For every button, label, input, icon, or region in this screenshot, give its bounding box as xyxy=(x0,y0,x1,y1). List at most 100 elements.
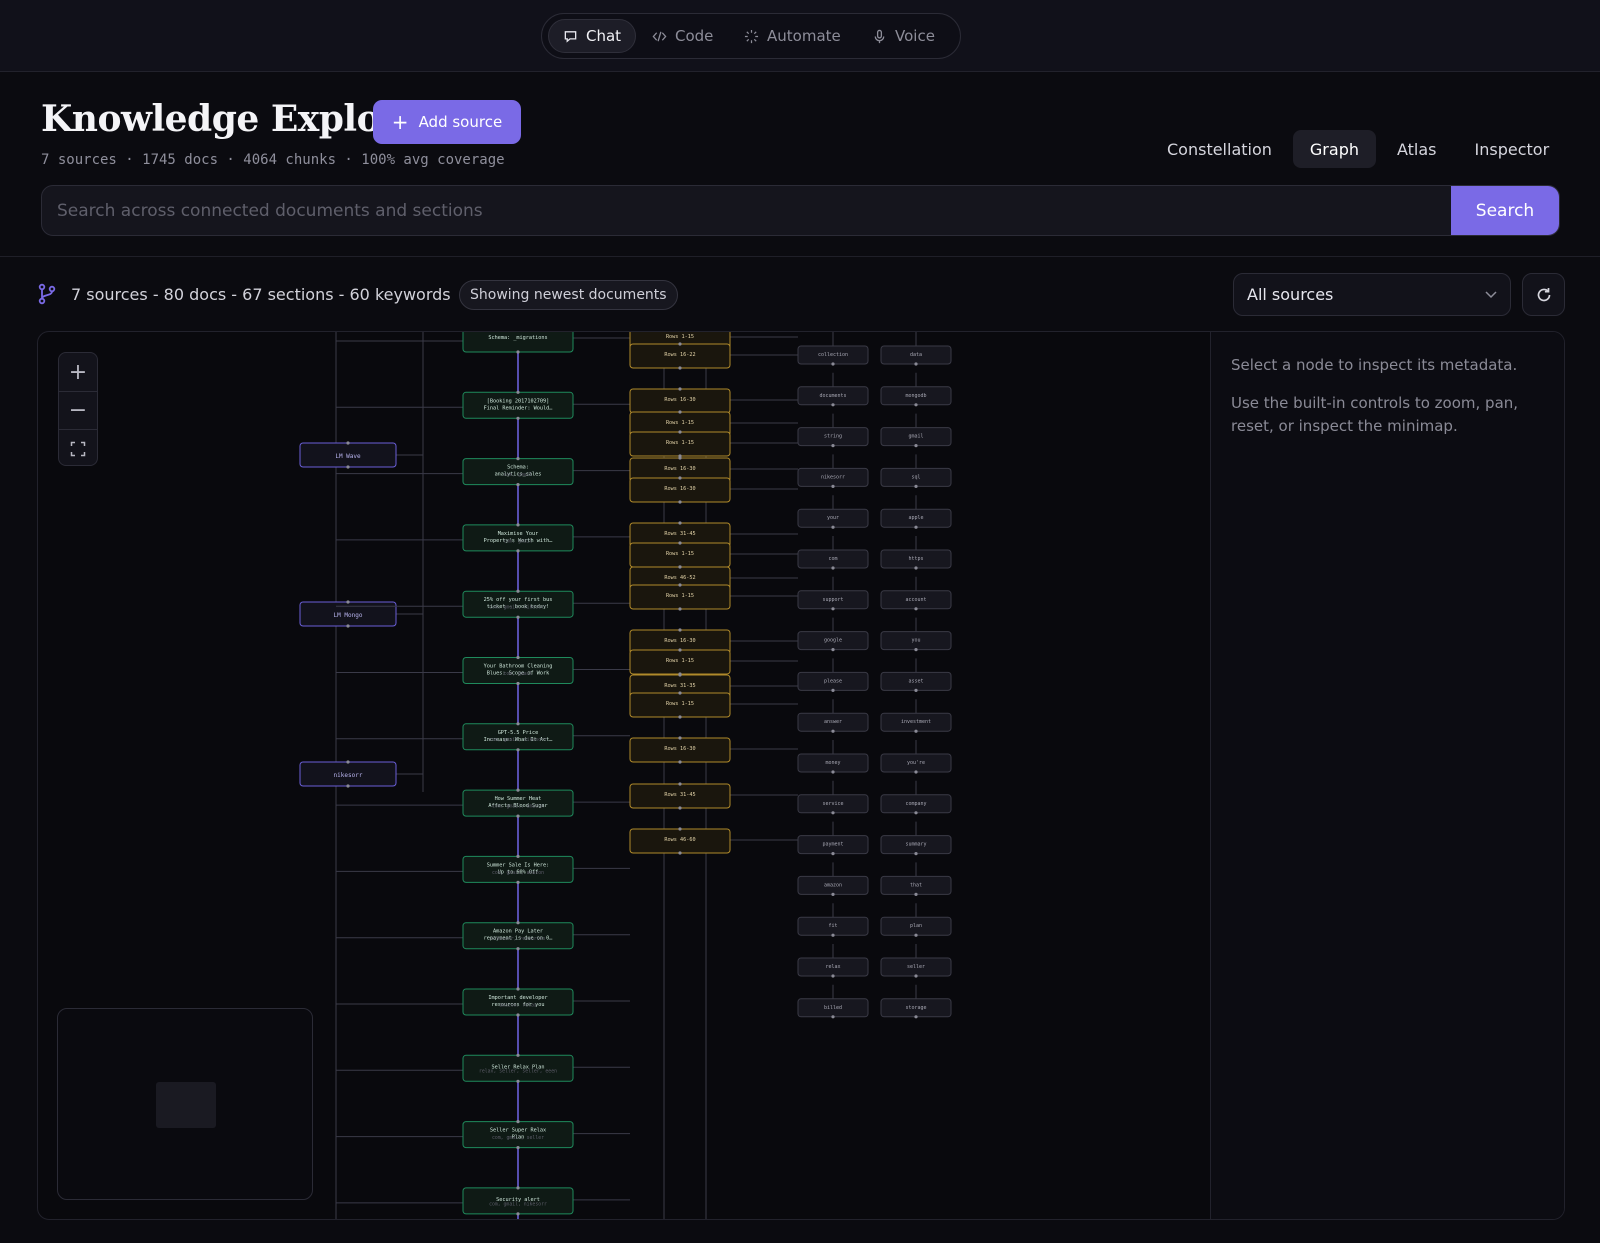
tab-constellation[interactable]: Constellation xyxy=(1150,130,1289,168)
section-node-label: Rows 31-35 xyxy=(664,683,695,689)
section-node-label: Rows 16-30 xyxy=(664,466,695,472)
keyword-node-label: answer xyxy=(824,719,842,725)
collection-summary: 7 sources · 1745 docs · 4064 chunks · 10… xyxy=(41,152,505,168)
mode-automate[interactable]: Automate xyxy=(730,19,855,53)
keyword-node-label: billed xyxy=(824,1005,842,1011)
node-handle xyxy=(678,541,682,545)
keyword-node-label: google xyxy=(824,638,842,644)
tab-inspector[interactable]: Inspector xyxy=(1458,130,1567,168)
keyword-node-label: documents xyxy=(819,393,846,399)
section-node-label: Rows 16-30 xyxy=(664,397,695,403)
search-button[interactable]: Search xyxy=(1451,186,1559,235)
node-handle xyxy=(831,444,835,448)
edge-label: com, gmail, seller xyxy=(492,1135,544,1141)
node-handle xyxy=(914,1015,918,1019)
node-handle xyxy=(831,729,835,733)
document-node-label: [Booking 2017102709] xyxy=(487,398,549,404)
node-handle xyxy=(516,589,520,593)
section-node-label: Rows 31-45 xyxy=(664,792,695,798)
node-handle xyxy=(914,566,918,570)
minimap-viewport[interactable] xyxy=(156,1082,216,1128)
keyword-node-label: company xyxy=(905,801,926,807)
node-handle xyxy=(831,525,835,529)
section-node-label: Rows 1-15 xyxy=(666,334,694,340)
node-handle xyxy=(678,565,682,569)
edge-label: relax, seller, seller, eeen xyxy=(479,1069,557,1075)
tab-graph[interactable]: Graph xyxy=(1292,130,1376,168)
node-handle xyxy=(831,484,835,488)
fit-view-button[interactable] xyxy=(59,429,97,467)
node-handle xyxy=(914,933,918,937)
section-node-label: Rows 46-52 xyxy=(664,575,695,581)
mode-chat[interactable]: Chat xyxy=(548,19,637,53)
node-handle xyxy=(914,892,918,897)
keyword-node-label: relax xyxy=(825,964,840,970)
tab-atlas[interactable]: Atlas xyxy=(1380,130,1454,168)
node-handle xyxy=(516,1186,520,1190)
zoom-controls: + − xyxy=(58,352,98,466)
keyword-node-label: investment xyxy=(901,719,931,725)
node-handle xyxy=(678,851,682,855)
keyword-node-label: string xyxy=(824,434,842,440)
node-handle xyxy=(831,770,835,774)
node-handle xyxy=(516,390,520,394)
minimap[interactable] xyxy=(57,1008,313,1200)
mode-switcher: Chat Code Automate Voice xyxy=(541,13,961,59)
mode-automate-label: Automate xyxy=(767,27,841,45)
node-handle xyxy=(678,648,682,652)
keyword-node-label: account xyxy=(905,597,926,603)
node-handle xyxy=(678,673,682,677)
microphone-icon xyxy=(874,29,885,43)
document-node-label: GPT-5.5 Price xyxy=(498,730,539,736)
source-node-label: LM Wave xyxy=(335,453,361,460)
section-node-label: Rows 1-15 xyxy=(666,551,694,557)
search-input[interactable] xyxy=(42,186,1452,235)
node-handle xyxy=(678,583,682,587)
node-handle xyxy=(914,648,918,652)
source-node-label: LM Mongo xyxy=(334,612,363,619)
node-handle xyxy=(831,566,835,570)
add-source-button[interactable]: + Add source xyxy=(373,100,521,144)
node-handle xyxy=(516,523,520,527)
zoom-out-button[interactable]: − xyxy=(59,391,97,429)
mode-voice[interactable]: Voice xyxy=(858,19,949,53)
keyword-node-label: storage xyxy=(905,1005,926,1011)
node-handle xyxy=(516,854,520,859)
node-handle xyxy=(346,760,350,764)
edge-label: com, gmail, nikesorr xyxy=(489,1201,547,1207)
document-node-label: Amazon Pay Later xyxy=(493,929,543,935)
refresh-button[interactable] xyxy=(1522,273,1565,316)
keyword-node-label: money xyxy=(825,760,840,766)
node-handle xyxy=(516,1212,520,1216)
fit-view-icon xyxy=(70,441,86,456)
source-filter-select[interactable]: All sources xyxy=(1233,273,1511,316)
node-handle xyxy=(678,387,682,391)
minus-icon: − xyxy=(68,398,88,423)
keyword-node-label: you xyxy=(911,638,920,644)
graph-viewport[interactable]: LM Wave LM Mongo nikesorr Schema: _migratio… xyxy=(38,332,1210,1219)
node-handle xyxy=(831,852,835,856)
node-handle xyxy=(678,782,682,786)
node-handle xyxy=(678,691,682,695)
node-handle xyxy=(678,827,682,831)
node-handle xyxy=(516,722,520,726)
keyword-node-label: support xyxy=(822,597,843,603)
source-filter-value: All sources xyxy=(1247,285,1334,304)
zoom-in-button[interactable]: + xyxy=(59,353,97,391)
node-handle xyxy=(678,628,682,632)
node-handle xyxy=(914,729,918,733)
node-handle xyxy=(914,811,918,815)
node-handle xyxy=(516,416,520,420)
node-handle xyxy=(678,456,682,460)
node-handle xyxy=(914,852,918,856)
keyword-node-label: asset xyxy=(908,678,923,684)
section-node-label: Rows 16-30 xyxy=(664,746,695,752)
inspector-help: Use the built-in controls to zoom, pan, … xyxy=(1231,394,1519,435)
node-handle xyxy=(914,525,918,529)
node-handle xyxy=(516,947,520,951)
mode-code[interactable]: Code xyxy=(638,19,727,53)
node-handle xyxy=(678,715,682,719)
node-handle xyxy=(516,921,520,925)
node-handle xyxy=(831,974,835,978)
keyword-node-label: sql xyxy=(911,474,920,480)
